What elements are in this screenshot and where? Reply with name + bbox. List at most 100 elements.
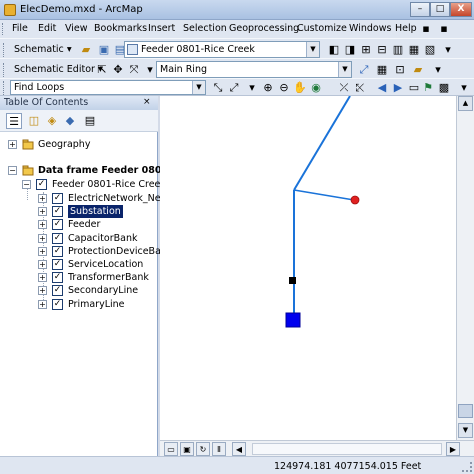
menu-grip[interactable] — [2, 23, 5, 35]
zoom-in-icon[interactable]: ⊕ — [260, 80, 276, 96]
expand-icon[interactable]: + — [38, 273, 47, 282]
list-by-selection-icon[interactable]: ◆ — [62, 113, 78, 129]
menu-windows[interactable]: Windows — [349, 23, 391, 34]
layer-row[interactable]: + ✓ PrimaryLine — [34, 298, 158, 311]
layer-visibility-checkbox[interactable]: ✓ — [52, 206, 63, 217]
data-view-icon[interactable]: ▭ — [164, 442, 178, 456]
scroll-right-icon[interactable]: ▶ — [446, 442, 460, 456]
diagram-select[interactable]: Feeder 0801-Rice Creek ▼ — [124, 41, 320, 58]
dropdown-icon[interactable]: ▾ — [244, 80, 260, 96]
tree-group-data-frame[interactable]: − Data frame Feeder 0801-I — [4, 164, 176, 177]
substation-node[interactable] — [285, 312, 301, 328]
menu-bookmarks[interactable]: Bookmarks — [94, 23, 147, 34]
layer-visibility-checkbox[interactable]: ✓ — [52, 285, 63, 296]
schematic-menu-button[interactable]: Schematic ▾ — [10, 42, 76, 58]
service-location-node[interactable] — [350, 195, 360, 205]
schematic-tool-icon[interactable]: ◧ — [326, 42, 342, 58]
layer-row[interactable]: + ✓ Substation — [34, 205, 158, 218]
scroll-left-icon[interactable]: ◀ — [232, 442, 246, 456]
layout-view-icon[interactable]: ▣ — [180, 442, 194, 456]
zoom-out-icon[interactable]: ⊖ — [276, 80, 292, 96]
collapse-icon[interactable]: − — [22, 180, 31, 189]
move-nodes-icon[interactable]: ✥ — [110, 62, 126, 78]
refresh-icon[interactable]: ↻ — [196, 442, 210, 456]
layer-row[interactable]: + ✓ SecondaryLine — [34, 284, 158, 297]
layer-visibility-checkbox[interactable]: ✓ — [52, 299, 63, 310]
toolbar-grip[interactable] — [3, 43, 6, 57]
pan-icon[interactable]: ✋ — [292, 80, 308, 96]
layer-visibility-checkbox[interactable]: ✓ — [52, 219, 63, 230]
expand-icon[interactable]: + — [38, 247, 47, 256]
expand-icon[interactable]: + — [38, 207, 47, 216]
menu-insert[interactable]: Insert — [148, 23, 175, 34]
scroll-thumb[interactable] — [252, 443, 442, 455]
chevron-down-icon[interactable]: ▼ — [338, 62, 351, 77]
layer-visibility-checkbox[interactable]: ✓ — [52, 193, 63, 204]
toolbar-options-icon[interactable]: ▪ — [436, 21, 452, 37]
close-button[interactable]: X — [450, 2, 472, 17]
toolbar-options-icon[interactable]: ▪ — [418, 21, 434, 37]
primary-line-segment[interactable] — [293, 95, 351, 191]
layer-row[interactable]: + ✓ CapacitorBank — [34, 232, 158, 245]
layer-visibility-checkbox[interactable]: ✓ — [36, 179, 47, 190]
schematic-tool-icon[interactable]: ▧ — [422, 42, 438, 58]
list-by-visibility-icon[interactable]: ◈ — [44, 113, 60, 129]
layer-visibility-checkbox[interactable]: ✓ — [52, 259, 63, 270]
protection-device-node[interactable] — [289, 277, 296, 284]
layer-visibility-checkbox[interactable]: ✓ — [52, 246, 63, 257]
trace-tool-icon[interactable]: ⤢ — [226, 80, 242, 96]
save-layout-icon[interactable]: ▰ — [410, 62, 426, 78]
menu-geoprocessing[interactable]: Geoprocessing — [229, 23, 299, 34]
scroll-down-icon[interactable]: ▼ — [458, 423, 473, 438]
menu-view[interactable]: View — [65, 23, 88, 34]
expand-icon[interactable]: + — [38, 234, 47, 243]
expand-icon[interactable]: + — [38, 300, 47, 309]
expand-icon[interactable]: + — [8, 140, 17, 149]
menu-edit[interactable]: Edit — [38, 23, 56, 34]
schematic-tool-icon[interactable]: ⊞ — [358, 42, 374, 58]
layout-select[interactable]: Main Ring ▼ — [156, 61, 352, 78]
flag-icon[interactable]: ⚑ — [420, 80, 436, 96]
propagate-icon[interactable]: ⊡ — [392, 62, 408, 78]
horizontal-scrollbar[interactable]: ▭ ▣ ↻ Ⅱ ◀ ▶ — [160, 440, 474, 456]
find-select[interactable]: Find Loops ▼ — [10, 80, 206, 95]
editor-tool-icon[interactable]: ⇱ — [94, 62, 110, 78]
resize-grip[interactable] — [462, 462, 472, 472]
apply-layout-icon[interactable]: ⤢ — [356, 62, 372, 78]
expand-icon[interactable]: + — [38, 194, 47, 203]
primary-line-segment[interactable] — [293, 189, 355, 201]
layer-row[interactable]: + ✓ ElectricNetwork_Net_J — [34, 192, 172, 205]
fixed-zoom-out-icon[interactable]: ⤪ — [352, 80, 368, 96]
menu-customize[interactable]: Customize — [297, 23, 347, 34]
toolbar-options-icon[interactable]: ▾ — [440, 42, 456, 58]
tree-group-diagram-layer[interactable]: − ✓ Feeder 0801-Rice Creek — [18, 178, 166, 191]
list-by-source-icon[interactable]: ◫ — [26, 113, 42, 129]
forward-icon[interactable]: ▶ — [390, 80, 406, 96]
expand-icon[interactable]: + — [38, 220, 47, 229]
schematic-tool-icon[interactable]: ⊟ — [374, 42, 390, 58]
back-icon[interactable]: ◀ — [374, 80, 390, 96]
chevron-down-icon[interactable]: ▼ — [306, 42, 319, 57]
toolbar-grip[interactable] — [3, 81, 6, 95]
schematic-editor-menu-button[interactable]: Schematic Editor ▾ — [10, 62, 107, 78]
scroll-up-icon[interactable]: ▲ — [458, 96, 473, 111]
list-by-drawing-order-icon[interactable]: ☰ — [6, 113, 22, 129]
menu-selection[interactable]: Selection — [183, 23, 227, 34]
trace-tool-icon[interactable]: ⤡ — [210, 80, 226, 96]
layer-visibility-checkbox[interactable]: ✓ — [52, 233, 63, 244]
generate-diagram-icon[interactable]: ▣ — [96, 42, 112, 58]
toolbar-grip[interactable] — [3, 63, 6, 77]
layer-row[interactable]: + ✓ Feeder — [34, 218, 158, 231]
edit-vertices-icon[interactable]: ⤧ — [126, 62, 142, 78]
toolbar-options-icon[interactable]: ▾ — [456, 80, 472, 96]
full-extent-icon[interactable]: ◉ — [308, 80, 324, 96]
schematic-tool-icon[interactable]: ▦ — [406, 42, 422, 58]
toolbar-options-icon[interactable]: ▾ — [430, 62, 446, 78]
menu-help[interactable]: Help — [395, 23, 417, 34]
open-folder-icon[interactable]: ▰ — [78, 42, 94, 58]
layer-visibility-checkbox[interactable]: ✓ — [52, 272, 63, 283]
layer-row[interactable]: + ✓ ServiceLocation — [34, 258, 158, 271]
fixed-zoom-in-icon[interactable]: ⤫ — [336, 80, 352, 96]
schematic-tool-icon[interactable]: ▥ — [390, 42, 406, 58]
scroll-thumb[interactable] — [458, 404, 473, 418]
